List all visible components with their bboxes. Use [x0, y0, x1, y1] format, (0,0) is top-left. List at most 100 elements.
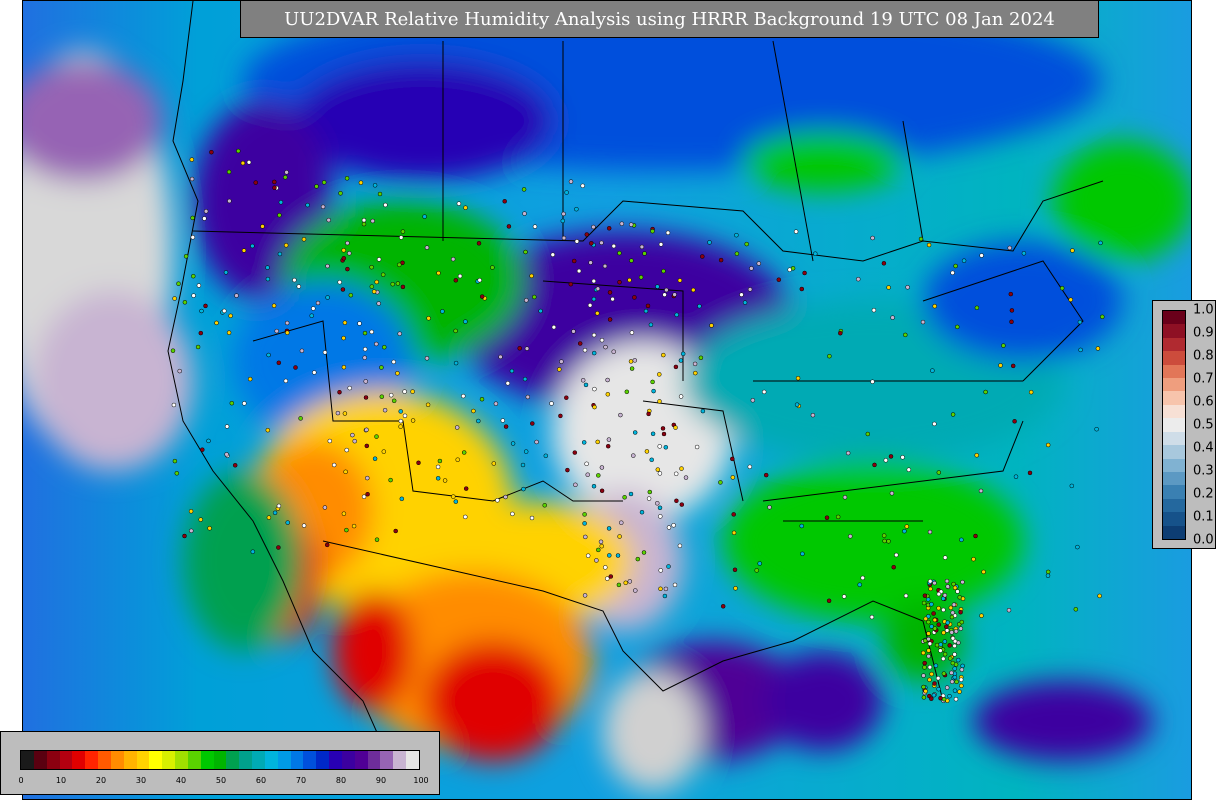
station-marker: [599, 240, 604, 246]
station-marker: [933, 663, 939, 668]
station-marker: [959, 619, 965, 625]
station-marker: [603, 344, 608, 350]
station-marker: [571, 258, 577, 264]
station-marker: [532, 294, 537, 300]
station-marker: [921, 673, 926, 678]
station-marker: [944, 624, 949, 630]
station-marker: [647, 489, 653, 495]
station-marker: [241, 248, 247, 253]
station-marker: [869, 614, 875, 620]
station-marker: [627, 277, 632, 283]
station-marker: [651, 388, 656, 394]
station-marker: [922, 593, 928, 598]
station-marker: [595, 311, 600, 316]
station-marker: [932, 626, 938, 631]
increment-colorbar-panel: 1.0 0.9 0.8 0.7 0.6 0.5 0.4 0.3 0.2 0.1 0.0: [1152, 300, 1216, 549]
station-marker: [398, 235, 404, 240]
station-marker: [1075, 544, 1080, 550]
station-marker: [929, 671, 934, 677]
station-marker: [203, 303, 208, 309]
station-marker: [572, 450, 578, 455]
station-marker: [576, 268, 582, 274]
colorbar-segment: [226, 751, 240, 769]
station-marker: [617, 250, 622, 256]
station-marker: [388, 392, 394, 398]
station-marker: [361, 221, 367, 227]
station-marker: [890, 315, 895, 320]
station-marker: [361, 217, 367, 223]
station-marker: [677, 543, 683, 549]
colorbar-segment: [329, 751, 343, 769]
station-marker: [372, 456, 378, 461]
station-marker: [595, 286, 601, 291]
station-marker: [477, 277, 482, 283]
station-marker: [388, 477, 393, 483]
station-marker: [608, 574, 614, 579]
station-marker: [707, 240, 712, 245]
station-marker: [253, 180, 258, 185]
station-marker: [644, 449, 650, 454]
increment-colorbar-segment: [1163, 457, 1185, 472]
station-marker: [835, 514, 841, 520]
station-marker: [605, 443, 611, 449]
station-marker: [799, 286, 805, 292]
station-marker: [926, 648, 931, 653]
station-marker: [522, 376, 528, 382]
station-marker: [362, 355, 367, 360]
station-marker: [292, 277, 297, 283]
station-marker: [955, 657, 961, 663]
station-marker: [189, 157, 195, 162]
station-marker: [697, 303, 702, 309]
station-marker: [476, 418, 481, 424]
station-marker: [971, 556, 976, 562]
station-marker: [810, 412, 816, 418]
station-marker: [958, 626, 964, 631]
station-marker: [942, 593, 948, 598]
station-marker: [1068, 297, 1073, 302]
station-marker: [530, 421, 535, 426]
station-marker: [1013, 474, 1019, 479]
station-marker: [568, 281, 574, 287]
station-marker: [649, 457, 654, 463]
colorbar-segment: [239, 751, 253, 769]
station-marker: [571, 329, 576, 334]
station-marker: [934, 642, 940, 648]
station-marker: [274, 328, 279, 334]
station-marker: [550, 252, 556, 257]
station-marker: [888, 454, 894, 459]
station-marker: [658, 514, 663, 519]
station-marker: [234, 293, 239, 298]
station-marker: [931, 692, 937, 698]
station-marker: [534, 439, 539, 445]
increment-tick-label: 0.4: [1193, 440, 1214, 456]
station-marker: [610, 296, 615, 302]
station-marker: [974, 305, 980, 311]
station-marker: [951, 602, 957, 607]
station-marker: [278, 200, 284, 205]
station-marker: [658, 568, 663, 573]
station-marker: [327, 438, 333, 444]
station-marker: [561, 211, 566, 217]
station-marker: [301, 523, 307, 528]
station-marker: [904, 524, 910, 529]
station-marker: [905, 285, 910, 290]
station-marker: [1059, 285, 1065, 291]
station-marker: [949, 679, 955, 684]
station-marker: [1007, 245, 1012, 251]
station-marker: [564, 190, 569, 195]
colorbar-segment: [162, 751, 176, 769]
increment-colorbar-segment: [1163, 471, 1185, 486]
station-marker: [591, 483, 597, 489]
station-marker: [744, 241, 749, 247]
station-marker: [170, 348, 176, 353]
colorbar-segment: [21, 751, 35, 769]
station-marker: [599, 543, 604, 549]
station-marker: [510, 441, 516, 446]
station-marker: [857, 582, 862, 587]
station-marker: [322, 350, 328, 355]
map-panel: [22, 0, 1192, 800]
station-marker: [390, 281, 395, 287]
station-marker: [561, 235, 567, 241]
station-marker: [950, 610, 955, 615]
station-marker: [870, 235, 875, 241]
